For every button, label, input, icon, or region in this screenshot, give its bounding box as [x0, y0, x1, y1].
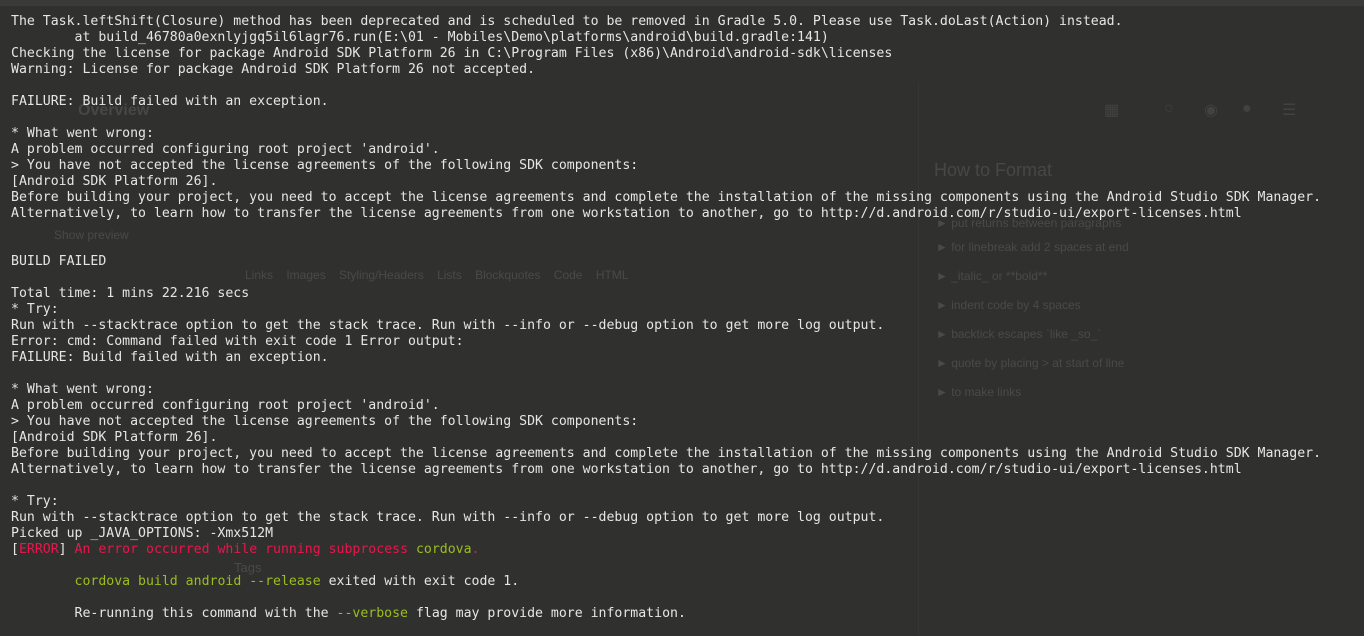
- console-line: > You have not accepted the license agre…: [11, 158, 1321, 174]
- console-text: Alternatively, to learn how to transfer …: [11, 206, 1242, 221]
- console-text: Re-running this command with the: [11, 606, 337, 621]
- console-line: Alternatively, to learn how to transfer …: [11, 206, 1321, 222]
- console-line: * Try:: [11, 494, 1321, 510]
- console-text: A problem occurred configuring root proj…: [11, 398, 440, 413]
- command-text: --verbose: [336, 606, 408, 621]
- console-text: Error: cmd: Command failed with exit cod…: [11, 334, 464, 349]
- console-line: Error: cmd: Command failed with exit cod…: [11, 334, 1321, 350]
- console-text: * What went wrong:: [11, 126, 154, 141]
- console-text: > You have not accepted the license agre…: [11, 158, 639, 173]
- error-text: ERROR: [18, 542, 59, 557]
- console-line: * Try:: [11, 302, 1321, 318]
- console-line: Total time: 1 mins 22.216 secs: [11, 286, 1321, 302]
- console-text: * Try:: [11, 302, 59, 317]
- console-line: * What went wrong:: [11, 126, 1321, 142]
- console-text: at build_46780a0exnlyjgq5il6lagr76.run(E…: [11, 30, 829, 45]
- top-bar: [0, 0, 1364, 6]
- command-text: cordova build android --release: [74, 574, 321, 589]
- console-text: [: [11, 542, 19, 557]
- console-line: BUILD FAILED: [11, 254, 1321, 270]
- console-text: exited with exit code 1.: [320, 574, 520, 589]
- console-text: FAILURE: Build failed with an exception.: [11, 350, 329, 365]
- console-text: * Try:: [11, 494, 59, 509]
- console-line: at build_46780a0exnlyjgq5il6lagr76.run(E…: [11, 30, 1321, 46]
- console-output: The Task.leftShift(Closure) method has b…: [11, 14, 1321, 622]
- command-text: cordova: [415, 542, 472, 557]
- console-line: Alternatively, to learn how to transfer …: [11, 462, 1321, 478]
- console-text: FAILURE: Build failed with an exception.: [11, 94, 329, 109]
- console-line: FAILURE: Build failed with an exception.: [11, 350, 1321, 366]
- console-text: The Task.leftShift(Closure) method has b…: [11, 14, 1123, 29]
- terminal-window: Overview How to Format Show preview Link…: [0, 0, 1364, 636]
- error-text: An error occurred while running subproce…: [74, 542, 416, 557]
- console-line: Re-running this command with the --verbo…: [11, 606, 1321, 622]
- console-line: [Android SDK Platform 26].: [11, 174, 1321, 190]
- console-line: * What went wrong:: [11, 382, 1321, 398]
- error-text: .: [471, 542, 480, 557]
- console-line: [ERROR] An error occurred while running …: [11, 542, 1321, 558]
- console-text: Before building your project, you need t…: [11, 446, 1322, 461]
- console-text: * What went wrong:: [11, 382, 154, 397]
- console-line: Before building your project, you need t…: [11, 190, 1321, 206]
- console-line: Run with --stacktrace option to get the …: [11, 510, 1321, 526]
- console-text: ]: [58, 542, 75, 557]
- console-text: Total time: 1 mins 22.216 secs: [11, 286, 250, 301]
- console-text: BUILD FAILED: [11, 254, 107, 269]
- console-line: The Task.leftShift(Closure) method has b…: [11, 14, 1321, 30]
- console-text: [Android SDK Platform 26].: [11, 174, 218, 189]
- console-line: A problem occurred configuring root proj…: [11, 398, 1321, 414]
- console-line: Checking the license for package Android…: [11, 46, 1321, 62]
- console-text: Run with --stacktrace option to get the …: [11, 318, 885, 333]
- console-line: FAILURE: Build failed with an exception.: [11, 94, 1321, 110]
- console-text: Run with --stacktrace option to get the …: [11, 510, 885, 525]
- console-line: [Android SDK Platform 26].: [11, 430, 1321, 446]
- console-line: Picked up _JAVA_OPTIONS: -Xmx512M: [11, 526, 1321, 542]
- console-text: Checking the license for package Android…: [11, 46, 893, 61]
- console-line: Before building your project, you need t…: [11, 446, 1321, 462]
- console-text: Alternatively, to learn how to transfer …: [11, 462, 1242, 477]
- console-text: A problem occurred configuring root proj…: [11, 142, 440, 157]
- console-line: Run with --stacktrace option to get the …: [11, 318, 1321, 334]
- console-text: flag may provide more information.: [408, 606, 686, 621]
- console-line: > You have not accepted the license agre…: [11, 414, 1321, 430]
- console-text: [Android SDK Platform 26].: [11, 430, 218, 445]
- console-text: > You have not accepted the license agre…: [11, 414, 639, 429]
- console-line: cordova build android --release exited w…: [11, 574, 1321, 590]
- console-text: Picked up _JAVA_OPTIONS: -Xmx512M: [11, 526, 274, 541]
- console-line: A problem occurred configuring root proj…: [11, 142, 1321, 158]
- console-text: Warning: License for package Android SDK…: [11, 62, 536, 77]
- console-text: Before building your project, you need t…: [11, 190, 1322, 205]
- console-line: Warning: License for package Android SDK…: [11, 62, 1321, 78]
